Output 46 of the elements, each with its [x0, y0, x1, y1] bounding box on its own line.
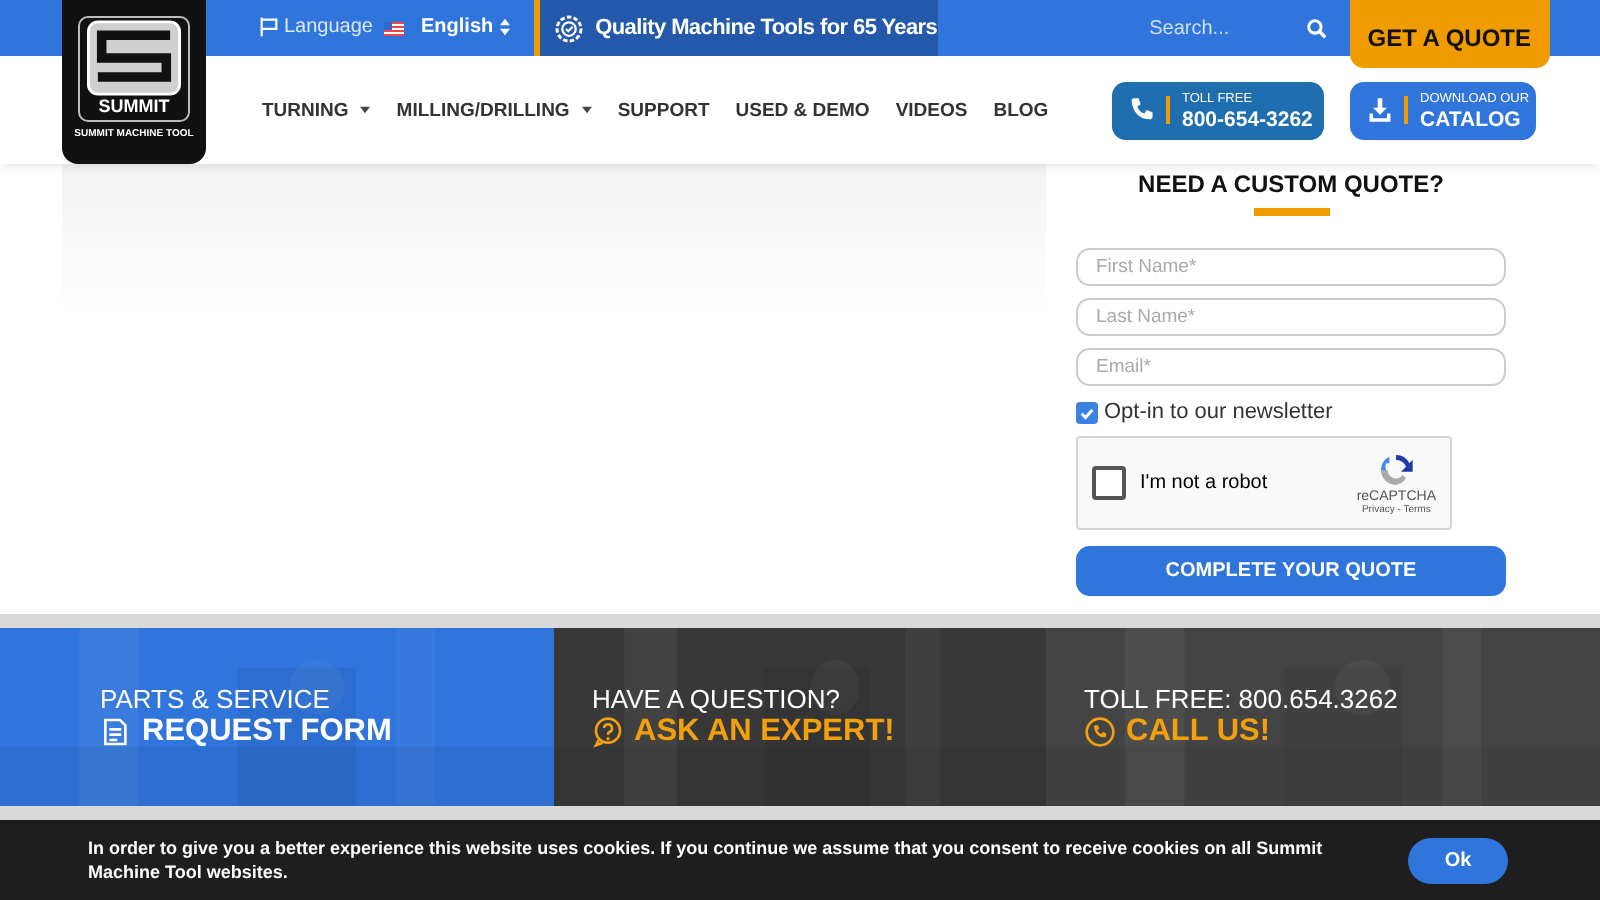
- caret-icon: [360, 106, 371, 114]
- recaptcha-icon: [1376, 450, 1417, 490]
- nav-link[interactable]: BLOG: [993, 99, 1049, 121]
- cta-panel[interactable]: PARTS & SERVICE REQUEST FORM: [0, 628, 554, 806]
- title-underline: [1253, 208, 1329, 216]
- language-label: Language: [284, 16, 373, 38]
- submit-button[interactable]: COMPLETE YOUR QUOTE: [1076, 546, 1506, 596]
- cta-subtitle: TOLL FREE: 800.654.3262: [1084, 684, 1398, 714]
- cta-title: CALL US!: [1126, 714, 1271, 750]
- form-icon: [100, 716, 132, 748]
- cta-subtitle: PARTS & SERVICE: [100, 684, 332, 714]
- cta-subtitle: HAVE A QUESTION?: [592, 684, 843, 714]
- question-bubble-icon: [592, 716, 624, 748]
- search-icon: [1305, 17, 1328, 39]
- language-select[interactable]: English: [421, 16, 510, 38]
- caret-icon: [581, 106, 592, 114]
- search-field[interactable]: Search...: [1149, 17, 1302, 39]
- nav-link[interactable]: VIDEOS: [895, 99, 968, 121]
- get-quote-button[interactable]: GET A QUOTE: [1349, 0, 1550, 68]
- flag-icon: [258, 16, 280, 38]
- slogan-text: Quality Machine Tools for 65 Years: [595, 16, 938, 40]
- phone-icon: [1128, 96, 1170, 124]
- checkbox[interactable]: [1076, 401, 1098, 423]
- cta-title: REQUEST FORM: [142, 714, 392, 750]
- captcha-label: I'm not a robot: [1140, 472, 1270, 494]
- form-title: NEED A CUSTOM QUOTE?: [1136, 170, 1446, 198]
- nav-link[interactable]: TURNING: [262, 99, 371, 121]
- checkbox-label: Opt-in to our newsletter: [1104, 400, 1333, 424]
- captcha-checkbox[interactable]: [1092, 466, 1126, 500]
- input-field[interactable]: First Name*: [1076, 248, 1506, 286]
- phone-icon: [1084, 716, 1116, 748]
- s-logo-icon: [86, 20, 182, 96]
- nav-link[interactable]: MILLING/DRILLING: [396, 99, 592, 121]
- sort-arrows-icon: [499, 18, 510, 36]
- badge-check-icon: [553, 13, 584, 43]
- cta-title: ASK AN EXPERT!: [634, 714, 895, 750]
- download-icon: [1366, 96, 1408, 124]
- input-field[interactable]: Last Name*: [1076, 298, 1506, 336]
- ok-button[interactable]: Ok: [1408, 837, 1508, 883]
- logo-text: SUMMIT: [98, 96, 170, 118]
- check-icon: [1078, 403, 1096, 421]
- input-field[interactable]: Email*: [1076, 348, 1506, 386]
- cookie-message: In order to give you a better experience this website uses cookies. If you continue we assume that you consent to receive cookies on all Summit Machine Tool websites.: [88, 836, 1325, 884]
- us-flag-icon: [383, 22, 403, 36]
- nav-link[interactable]: SUPPORT: [617, 99, 710, 121]
- nav-link[interactable]: USED & DEMO: [735, 99, 870, 121]
